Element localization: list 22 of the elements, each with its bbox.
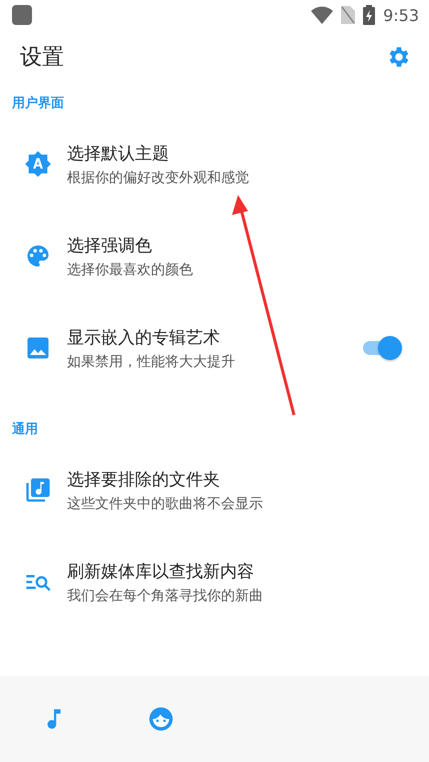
page-title: 设置 (20, 44, 64, 72)
setting-title[interactable]: 选择要排除的文件夹 (67, 468, 405, 490)
battery-charging-icon (363, 5, 376, 25)
setting-title[interactable]: 选择强调色 (67, 234, 405, 256)
setting-title[interactable]: 显示嵌入的专辑艺术 (67, 326, 346, 348)
setting-description: 这些文件夹中的歌曲将不会显示 (67, 494, 264, 512)
setting-description: 如果禁用，性能将大大提升 (67, 352, 236, 370)
wifi-icon (311, 6, 334, 24)
theme-icon (24, 150, 52, 178)
toggle-switch[interactable] (361, 335, 403, 361)
music-library-icon (24, 476, 52, 504)
section-header: 用户界面 (10, 94, 65, 113)
setting-description: 我们会在每个角落寻找你的新曲 (67, 586, 264, 604)
face-icon[interactable] (146, 705, 174, 733)
no-sim-icon (341, 6, 356, 24)
setting-description: 选择你最喜欢的颜色 (67, 260, 194, 278)
app-notification-icon (12, 5, 32, 25)
setting-description: 根据你的偏好改变外观和感觉 (67, 168, 250, 186)
setting-title[interactable]: 选择默认主题 (67, 142, 405, 164)
setting-title[interactable]: 刷新媒体库以查找新内容 (67, 560, 405, 582)
status-time: 9:53 (383, 6, 419, 24)
section-header: 通用 (11, 421, 39, 439)
